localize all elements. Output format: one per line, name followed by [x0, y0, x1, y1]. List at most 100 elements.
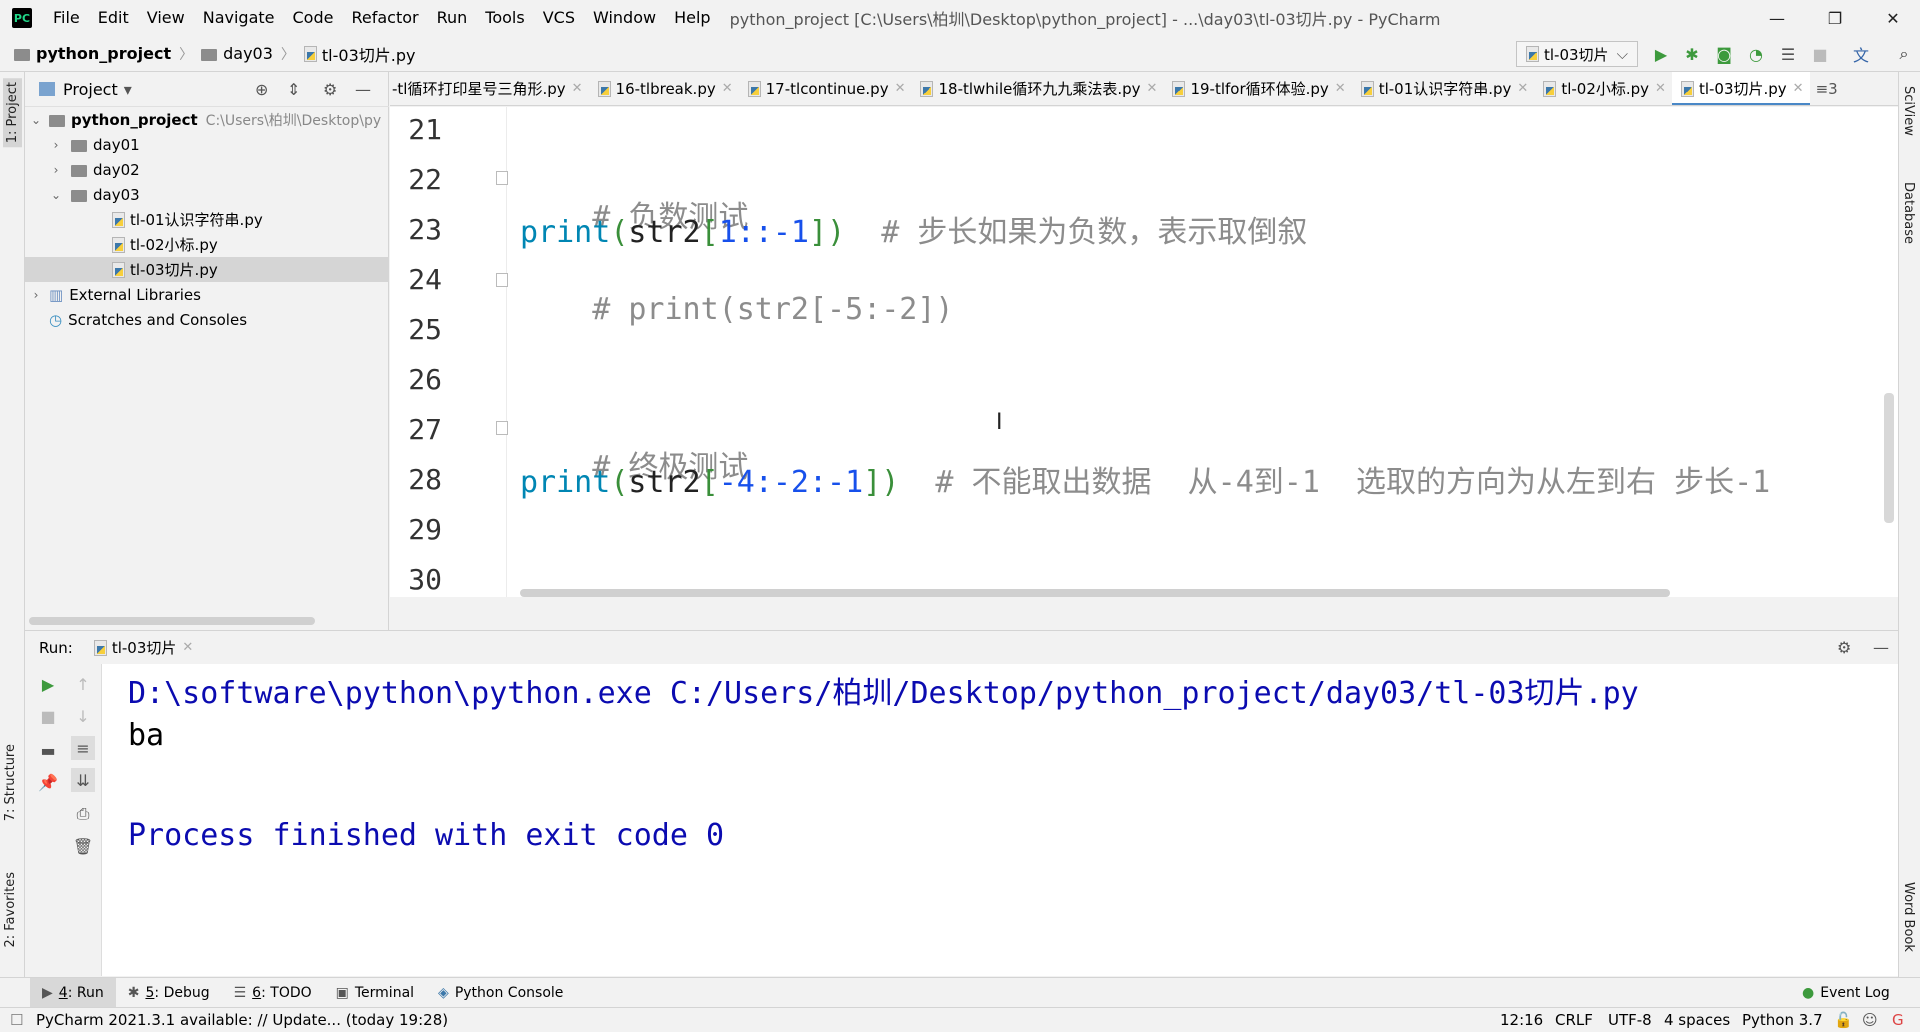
tree-item-file-selected[interactable]: tl-03切片.py — [25, 257, 389, 282]
project-panel-title[interactable]: Project — [63, 80, 118, 99]
favorites-tool-tab[interactable]: 2: Favorites — [3, 872, 18, 948]
gear-icon[interactable]: ⚙ — [323, 80, 337, 99]
tree-item-file[interactable]: tl-01认识字符串.py — [25, 207, 389, 232]
status-message[interactable]: PyCharm 2021.3.1 available: // Update...… — [36, 1011, 448, 1029]
tool-tab-terminal[interactable]: ▣ Terminal — [324, 978, 426, 1008]
sciview-tool-tab[interactable]: SciView — [1901, 86, 1916, 136]
inspector-icon[interactable]: ☺ — [1862, 1011, 1878, 1029]
google-icon[interactable]: G — [1892, 1011, 1904, 1029]
tool-tab-python-console[interactable]: ◈ Python Console — [426, 978, 575, 1008]
lock-icon[interactable]: 🔓 — [1834, 1011, 1853, 1029]
scroll-to-end-icon[interactable]: ⇊ — [71, 768, 95, 792]
translate-icon[interactable]: 文 — [1851, 44, 1871, 65]
gear-icon[interactable]: ⚙ — [1837, 638, 1851, 657]
tree-item-external-libraries[interactable]: › ▥ External Libraries — [25, 282, 389, 307]
chevron-down-icon[interactable]: ▾ — [124, 80, 132, 99]
breadcrumb-folder[interactable]: day03 — [201, 44, 273, 63]
tree-item-file[interactable]: tl-02小标.py — [25, 232, 389, 257]
breadcrumb-file[interactable]: tl-03切片.py — [303, 42, 415, 66]
tool-tab-run[interactable]: ▶ 4: Run — [30, 977, 116, 1008]
tree-item-scratches[interactable]: ◷ Scratches and Consoles — [25, 307, 389, 332]
close-tab-icon[interactable]: ✕ — [895, 81, 906, 96]
wordbook-tool-tab[interactable]: Word Book — [1901, 882, 1916, 952]
project-tool-tab[interactable]: 1: Project — [3, 78, 22, 148]
editor-horizontal-scrollbar[interactable] — [520, 589, 1670, 597]
status-interpreter[interactable]: Python 3.7 — [1742, 1011, 1823, 1029]
tree-item-day02[interactable]: › day02 — [25, 157, 389, 182]
editor-tab[interactable]: 19-tlfor循环体验.py ✕ — [1163, 72, 1351, 105]
editor-vertical-scrollbar[interactable] — [1884, 393, 1894, 523]
run-tab[interactable]: tl-03切片 ✕ — [93, 637, 193, 658]
run-configuration-select[interactable]: tl-03切片 ⌵ — [1516, 41, 1638, 67]
arrow-down-icon[interactable]: ↓ — [71, 704, 95, 728]
tool-tab-debug[interactable]: ✱ 5: Debug — [116, 978, 222, 1008]
arrow-up-icon[interactable]: ↑ — [71, 672, 95, 696]
stop-icon[interactable]: ■ — [1810, 44, 1830, 64]
event-log-button[interactable]: ● Event Log — [1790, 978, 1902, 1008]
fold-marker-icon[interactable] — [496, 273, 508, 287]
tree-item-day03[interactable]: ⌄ day03 — [25, 182, 389, 207]
tree-item-root[interactable]: ⌄ python_project C:\Users\柏圳\Desktop\py — [25, 107, 389, 132]
menu-vcs[interactable]: VCS — [534, 0, 584, 36]
menu-run[interactable]: Run — [428, 0, 477, 36]
menu-edit[interactable]: Edit — [89, 0, 138, 36]
status-caret-position[interactable]: 12:16 — [1500, 1011, 1543, 1029]
pin-icon[interactable]: 📌 — [36, 770, 60, 794]
close-tab-icon[interactable]: ✕ — [182, 640, 193, 655]
editor-tab[interactable]: tl-02小标.py ✕ — [1534, 72, 1672, 105]
layout-icon[interactable]: ▬ — [36, 738, 60, 762]
fold-marker-icon[interactable] — [496, 421, 508, 435]
menu-file[interactable]: File — [44, 0, 89, 36]
tool-tab-todo[interactable]: ☰ 6: TODO — [222, 978, 324, 1008]
search-icon[interactable]: ⌕ — [1894, 44, 1914, 64]
tabs-overflow-button[interactable]: ≡3 — [1810, 72, 1844, 105]
run-icon[interactable]: ▶ — [1651, 44, 1671, 64]
code-editor[interactable]: 21 22 23 24 25 26 27 28 29 30 # 负数测试 pri… — [390, 107, 1898, 597]
close-tab-icon[interactable]: ✕ — [1517, 81, 1528, 96]
breadcrumb-project[interactable]: python_project — [14, 44, 171, 63]
profile-icon[interactable]: ◔ — [1746, 44, 1766, 64]
restore-window-icon[interactable]: ❐ — [1806, 0, 1864, 36]
editor-tab[interactable]: -tl循环打印星号三角形.py ✕ — [390, 72, 589, 105]
run-coverage-icon[interactable]: ◙ — [1714, 44, 1734, 64]
close-tab-icon[interactable]: ✕ — [572, 81, 583, 96]
editor-tab-active[interactable]: tl-03切片.py ✕ — [1671, 72, 1810, 105]
locate-icon[interactable]: ⊕ — [255, 80, 268, 99]
close-tab-icon[interactable]: ✕ — [1655, 81, 1666, 96]
hide-panel-icon[interactable]: — — [1873, 638, 1889, 657]
menu-tools[interactable]: Tools — [476, 0, 533, 36]
fold-marker-icon[interactable] — [496, 171, 508, 185]
trash-icon[interactable]: 🗑 — [71, 834, 95, 858]
close-tab-icon[interactable]: ✕ — [1793, 81, 1804, 96]
soft-wrap-icon[interactable]: ≡ — [71, 736, 95, 760]
print-icon[interactable]: ⎙ — [71, 802, 95, 826]
database-tool-tab[interactable]: Database — [1901, 182, 1916, 244]
tree-item-day01[interactable]: › day01 — [25, 132, 389, 157]
status-indent[interactable]: 4 spaces — [1664, 1011, 1730, 1029]
status-encoding[interactable]: UTF-8 — [1608, 1011, 1652, 1029]
editor-tab[interactable]: tl-01认识字符串.py ✕ — [1352, 72, 1535, 105]
hide-panel-icon[interactable]: — — [355, 80, 371, 99]
run-console[interactable]: D:\software\python\python.exe C:/Users/柏… — [102, 664, 1898, 976]
stop-icon[interactable]: ■ — [36, 704, 60, 728]
menu-help[interactable]: Help — [665, 0, 719, 36]
status-line-ending[interactable]: CRLF — [1555, 1011, 1593, 1029]
minimize-icon[interactable]: — — [1748, 0, 1806, 36]
close-tab-icon[interactable]: ✕ — [722, 81, 733, 96]
editor-tab[interactable]: 16-tlbreak.py ✕ — [589, 72, 739, 105]
debug-icon[interactable]: ✱ — [1682, 44, 1702, 64]
editor-tab[interactable]: 17-tlcontinue.py ✕ — [739, 72, 912, 105]
close-window-icon[interactable]: ✕ — [1864, 0, 1920, 36]
concurrency-icon[interactable]: ☰ — [1778, 44, 1798, 64]
collapse-all-icon[interactable]: ⇕ — [287, 80, 300, 99]
menu-navigate[interactable]: Navigate — [194, 0, 284, 36]
structure-tool-tab[interactable]: 7: Structure — [3, 744, 18, 821]
rerun-icon[interactable]: ▶ — [36, 672, 60, 696]
status-toggle-icon[interactable]: ☐ — [10, 1011, 23, 1029]
close-tab-icon[interactable]: ✕ — [1147, 81, 1158, 96]
close-tab-icon[interactable]: ✕ — [1335, 81, 1346, 96]
menu-view[interactable]: View — [138, 0, 194, 36]
project-panel-scrollbar[interactable] — [29, 617, 315, 625]
menu-code[interactable]: Code — [284, 0, 343, 36]
menu-refactor[interactable]: Refactor — [342, 0, 427, 36]
